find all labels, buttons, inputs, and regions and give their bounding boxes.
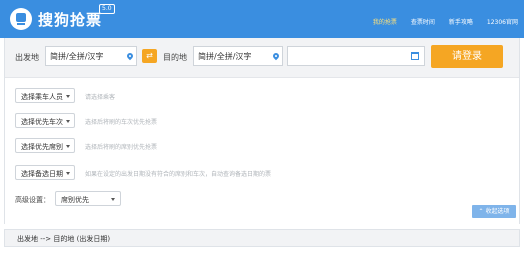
route-summary-text: 出发地 --> 目的地 (出发日期) [17,235,111,243]
select-priority-seats-button[interactable]: 选择优先席别 [15,138,75,153]
advanced-settings-value: 席别优先 [61,196,89,204]
chevron-down-icon [66,95,70,98]
nav-ticket-times[interactable]: 查票时间 [411,17,435,26]
select-priority-seats-label: 选择优先席别 [21,143,63,151]
to-station-input[interactable]: 简拼/全拼/汉字 [193,46,283,66]
nav-my-tickets[interactable]: 我的抢票 [373,17,397,26]
location-pin-icon[interactable] [125,51,135,61]
select-passengers-label: 选择乘车人员 [21,93,63,101]
calendar-icon[interactable] [411,52,419,60]
app-header: 搜狗抢票 5.0 我的抢票 查票时间 新手攻略 12306官网 [0,0,524,38]
collapse-options-button[interactable]: ⌃ 收起选项 [472,205,516,218]
advanced-settings-select[interactable]: 席别优先 [55,191,121,206]
from-station-value: 简拼/全拼/汉字 [50,52,104,61]
chevron-down-icon [111,198,115,201]
chevron-down-icon [66,172,70,175]
nav-12306-site[interactable]: 12306官网 [487,17,518,26]
backup-dates-hint: 如果在设定的出发日期没有符合的席别和车次，自动查询备选日期的票 [85,171,272,178]
main-panel: 出发地 简拼/全拼/汉字 ⇄ 目的地 简拼/全拼/汉字 请登录 选择乘车人员 请… [4,38,520,224]
location-pin-icon[interactable] [271,51,281,61]
select-backup-dates-label: 选择备选日期 [21,170,63,178]
select-priority-trains-button[interactable]: 选择优先车次 [15,113,75,128]
search-bar: 出发地 简拼/全拼/汉字 ⇄ 目的地 简拼/全拼/汉字 请登录 [5,38,519,78]
passengers-hint: 请选择乘客 [85,94,116,101]
top-nav: 我的抢票 查票时间 新手攻略 12306官网 [359,17,518,26]
swap-stations-button[interactable]: ⇄ [142,49,157,63]
to-label: 目的地 [163,53,187,62]
collapse-options-label: 收起选项 [485,208,510,215]
from-station-input[interactable]: 简拼/全拼/汉字 [45,46,137,66]
priority-trains-hint: 选择后将刷的车次优先抢票 [85,119,158,126]
select-backup-dates-button[interactable]: 选择备选日期 [15,165,75,180]
from-label: 出发地 [15,53,39,62]
version-badge: 5.0 [99,4,115,14]
select-priority-trains-label: 选择优先车次 [21,118,63,126]
nav-beginner-guide[interactable]: 新手攻略 [449,17,473,26]
route-summary-bar: 出发地 --> 目的地 (出发日期) [4,229,520,247]
login-button[interactable]: 请登录 [431,45,503,68]
chevron-down-icon [66,120,70,123]
priority-seats-hint: 选择后将刷的席别优先抢票 [85,144,158,151]
chevron-up-icon: ⌃ [478,208,484,215]
departure-date-input[interactable] [287,46,425,66]
app-title: 搜狗抢票 [38,11,103,29]
swap-icon: ⇄ [146,51,153,60]
advanced-settings-label: 高级设置： [15,196,50,204]
select-passengers-button[interactable]: 选择乘车人员 [15,88,75,103]
chevron-down-icon [66,145,70,148]
to-station-value: 简拼/全拼/汉字 [198,52,252,61]
train-logo-icon [10,8,32,30]
